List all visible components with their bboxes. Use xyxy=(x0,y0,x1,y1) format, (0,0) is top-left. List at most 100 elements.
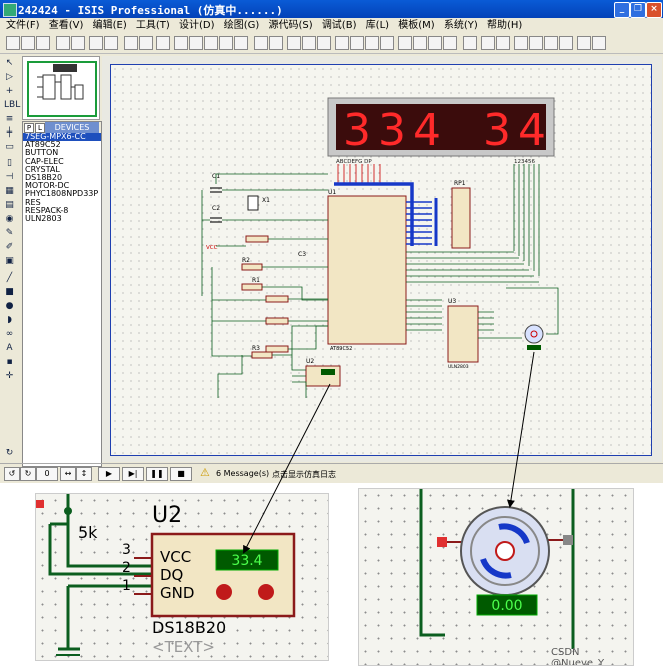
overview-window[interactable] xyxy=(22,56,100,120)
temp-down-button[interactable] xyxy=(216,584,232,600)
packaging-icon[interactable] xyxy=(428,36,442,50)
rotate-ccw-icon[interactable]: ↺ xyxy=(4,467,20,481)
menu-system[interactable]: 系统(Y) xyxy=(444,18,478,33)
save-icon[interactable] xyxy=(36,36,50,50)
menu-library[interactable]: 库(L) xyxy=(366,18,389,33)
graph-icon[interactable]: ▦ xyxy=(4,186,15,197)
pick-device-icon[interactable] xyxy=(398,36,412,50)
rp1-resistor-pack[interactable]: RP1 xyxy=(451,180,471,249)
new-sheet-icon[interactable] xyxy=(514,36,528,50)
block-copy-icon[interactable] xyxy=(335,36,349,50)
export-icon[interactable] xyxy=(71,36,85,50)
zoom-out-icon[interactable] xyxy=(204,36,218,50)
new-file-icon[interactable] xyxy=(6,36,20,50)
symbol-icon[interactable]: ▪ xyxy=(4,357,15,368)
play-button[interactable]: ▶ xyxy=(98,467,120,481)
wire-autoroute-icon[interactable] xyxy=(463,36,477,50)
cut-icon[interactable] xyxy=(287,36,301,50)
text-script-icon[interactable]: ≡ xyxy=(4,114,15,125)
component-mode-icon[interactable]: ▷ xyxy=(4,72,15,83)
minimize-button[interactable]: _ xyxy=(614,2,630,18)
step-button[interactable]: ▶| xyxy=(122,467,144,481)
line-icon[interactable]: ╱ xyxy=(4,273,15,284)
path-icon[interactable]: ∞ xyxy=(4,329,15,340)
probe-voltage-icon[interactable]: ✎ xyxy=(4,228,15,239)
mirror-x-icon[interactable]: ↔ xyxy=(60,467,76,481)
zoom-all-icon[interactable] xyxy=(219,36,233,50)
bus-icon[interactable]: ╪ xyxy=(4,128,15,139)
copy-icon[interactable] xyxy=(302,36,316,50)
pan-icon[interactable] xyxy=(174,36,188,50)
menu-view[interactable]: 查看(V) xyxy=(49,18,84,33)
remove-sheet-icon[interactable] xyxy=(529,36,543,50)
button-3[interactable] xyxy=(265,345,289,353)
schematic-canvas[interactable]: 3 3 4 3 4 ABCDEFG DP 123456 U1 AT89C52 R… xyxy=(102,56,662,462)
zoom-area-icon[interactable] xyxy=(234,36,248,50)
pick-devices-button[interactable]: P xyxy=(24,123,34,133)
make-device-icon[interactable] xyxy=(413,36,427,50)
print-icon[interactable] xyxy=(89,36,103,50)
menu-design[interactable]: 设计(D) xyxy=(179,18,215,33)
u1-mcu[interactable]: U1 AT89C52 xyxy=(327,189,407,352)
search-tag-icon[interactable] xyxy=(481,36,495,50)
undo-icon[interactable] xyxy=(254,36,268,50)
close-button[interactable]: × xyxy=(646,2,662,18)
mirror-y-icon[interactable]: ↕ xyxy=(76,467,92,481)
grid-icon[interactable] xyxy=(139,36,153,50)
library-manager-button[interactable]: L xyxy=(35,123,45,133)
decompose-icon[interactable] xyxy=(443,36,457,50)
menu-graph[interactable]: 绘图(G) xyxy=(224,18,260,33)
terminal-icon[interactable]: ▯ xyxy=(4,158,15,169)
menu-tools[interactable]: 工具(T) xyxy=(136,18,170,33)
menu-template[interactable]: 模板(M) xyxy=(398,18,434,33)
pin-icon[interactable]: ⊣ xyxy=(4,172,15,183)
zoom-in-icon[interactable] xyxy=(189,36,203,50)
instrument-icon[interactable]: ▣ xyxy=(4,256,15,267)
device-item[interactable]: ULN2803 xyxy=(23,214,101,223)
circle-icon[interactable]: ● xyxy=(4,301,15,312)
netlist-icon[interactable] xyxy=(577,36,591,50)
button-1[interactable] xyxy=(265,295,289,303)
block-delete-icon[interactable] xyxy=(380,36,394,50)
redo-icon[interactable] xyxy=(269,36,283,50)
stop-button[interactable]: ■ xyxy=(170,467,192,481)
button-reset[interactable] xyxy=(245,235,269,243)
rotation-angle-field[interactable]: 0 xyxy=(36,467,58,481)
tape-icon[interactable]: ▤ xyxy=(4,200,15,211)
u2-ds18b20[interactable]: U2 xyxy=(305,358,341,387)
block-rotate-icon[interactable] xyxy=(365,36,379,50)
messages-count[interactable]: 6 Message(s) xyxy=(216,469,269,478)
generator-icon[interactable]: ◉ xyxy=(4,214,15,225)
rotate-cw-icon[interactable]: ↻ xyxy=(20,467,36,481)
subcircuit-icon[interactable]: ▭ xyxy=(4,142,15,153)
paste-icon[interactable] xyxy=(317,36,331,50)
bom-icon[interactable] xyxy=(559,36,573,50)
wire-label-icon[interactable]: LBL xyxy=(4,100,20,111)
ares-icon[interactable] xyxy=(592,36,606,50)
text-icon[interactable]: A xyxy=(4,343,15,354)
u3-driver[interactable]: U3 ULN2803 xyxy=(447,298,479,370)
selection-mode-icon[interactable]: ↖ xyxy=(4,58,15,69)
temp-up-button[interactable] xyxy=(258,584,274,600)
menu-help[interactable]: 帮助(H) xyxy=(487,18,522,33)
exit-sheet-icon[interactable] xyxy=(544,36,558,50)
arc-icon[interactable]: ◗ xyxy=(4,315,15,326)
property-tool-icon[interactable] xyxy=(496,36,510,50)
block-move-icon[interactable] xyxy=(350,36,364,50)
menu-debug[interactable]: 调试(B) xyxy=(322,18,357,33)
seven-seg-display[interactable]: 3 3 4 3 4 ABCDEFG DP 123456 xyxy=(327,97,555,165)
motor[interactable] xyxy=(524,324,544,350)
menu-edit[interactable]: 编辑(E) xyxy=(93,18,127,33)
probe-current-icon[interactable]: ✐ xyxy=(4,242,15,253)
menu-source[interactable]: 源代码(S) xyxy=(268,18,312,33)
box-icon[interactable]: ■ xyxy=(4,287,15,298)
button-2[interactable] xyxy=(265,317,289,325)
pause-button[interactable]: ❚❚ xyxy=(146,467,168,481)
marker-icon[interactable]: ✛ xyxy=(4,371,15,382)
import-icon[interactable] xyxy=(56,36,70,50)
menu-file[interactable]: 文件(F) xyxy=(6,18,40,33)
junction-icon[interactable]: + xyxy=(4,86,15,97)
rotate-icon[interactable]: ↻ xyxy=(4,448,15,459)
refresh-icon[interactable] xyxy=(124,36,138,50)
origin-icon[interactable] xyxy=(156,36,170,50)
